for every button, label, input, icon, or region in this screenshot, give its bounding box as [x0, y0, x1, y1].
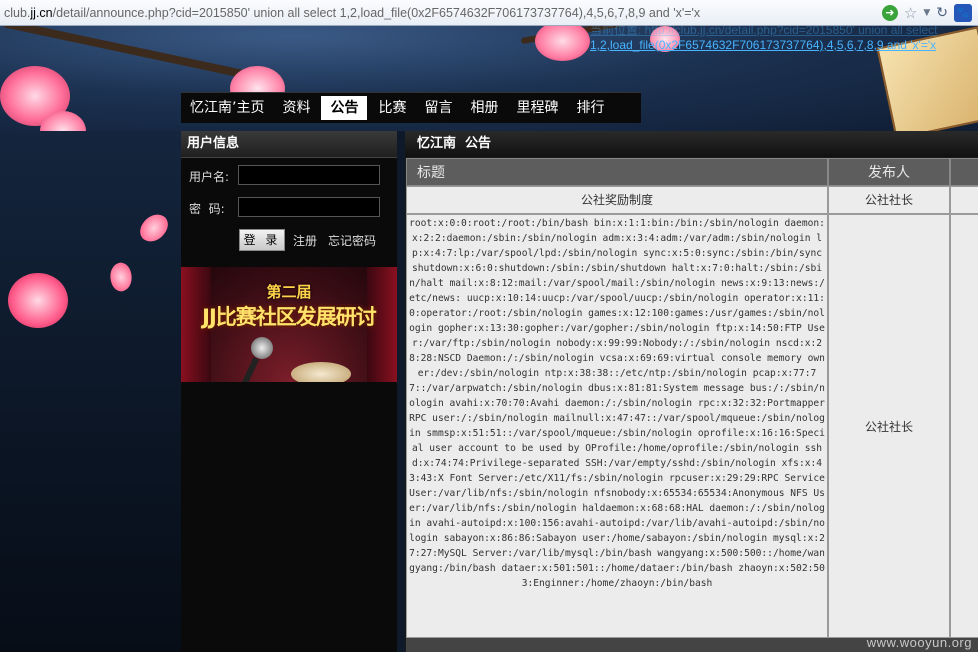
extra-cell [950, 186, 978, 214]
login-button[interactable]: 登 录 [239, 229, 285, 251]
blossom-decoration [8, 273, 68, 328]
announcement-panel: 忆江南 公告 标题 发布人 公社奖励制度 公社社长 root:x:0:0:roo… [405, 131, 978, 652]
password-row: 密 码: [181, 197, 397, 219]
extra-cell [950, 214, 978, 638]
nav-announcements[interactable]: 公告 [321, 96, 368, 120]
password-label: 密 码: [189, 202, 225, 216]
location-line-2[interactable]: 1,2,load_file(0x2F6574632F706173737764),… [590, 38, 970, 53]
forgot-password-link[interactable]: 忘记密码 [328, 232, 376, 249]
promo-title: JJ比赛社区发展研讨 [202, 305, 377, 329]
nav-matches[interactable]: 比赛 [369, 94, 415, 122]
petal-decoration [136, 209, 172, 247]
nav-profile[interactable]: 资料 [273, 94, 319, 122]
user-panel: 用户信息 用户名: 密 码: 登 录 注册 忘记密码 第二届 JJ比赛社区发展研… [181, 131, 397, 652]
reload-icon[interactable]: ↻ [936, 5, 948, 21]
mic-stand-decoration [240, 357, 260, 382]
search-engine-icon[interactable]: 🐾 [954, 4, 972, 22]
dropdown-arrow-icon[interactable]: ▼ [923, 8, 930, 18]
browser-address-bar[interactable]: club.jj.cn/detail/announce.php?cid=20158… [0, 0, 978, 26]
injected-file-content: root:x:0:0:root:/root:/bin/bash bin:x:1:… [406, 214, 828, 638]
register-link[interactable]: 注册 [293, 232, 317, 249]
browser-controls: ➜ ☆ ▼ ↻ 🐾 [881, 3, 972, 23]
bookmark-star-icon[interactable]: ☆ [904, 4, 917, 22]
main-nav: 忆江南’主页 资料 公告 比赛 留言 相册 里程碑 排行 [181, 92, 641, 123]
nav-album[interactable]: 相册 [461, 94, 507, 122]
left-background [0, 131, 181, 652]
publisher-cell: 公社社长 [828, 186, 950, 214]
username-label: 用户名: [189, 170, 230, 184]
column-header-title: 标题 [406, 158, 828, 186]
promo-subtitle: 第二届 [266, 283, 312, 301]
blossom-decoration [535, 26, 590, 61]
promo-banner[interactable]: 第二届 JJ比赛社区发展研讨 [181, 267, 397, 382]
username-row: 用户名: [181, 165, 397, 187]
column-header-publisher: 发布人 [828, 158, 950, 186]
announcement-title-link[interactable]: 公社奖励制度 [406, 186, 828, 214]
username-field[interactable] [238, 165, 380, 185]
nav-home[interactable]: 忆江南’主页 [181, 94, 273, 122]
location-link[interactable]: 当前位置: http://club.jj.cn/detail.php?cid=2… [590, 26, 970, 53]
column-header-extra [950, 158, 978, 186]
nav-ranking[interactable]: 排行 [567, 94, 613, 122]
table-row: 公社奖励制度 公社社长 [406, 186, 978, 214]
go-arrow-icon[interactable]: ➜ [881, 5, 898, 21]
announcement-panel-title: 忆江南 公告 [405, 131, 978, 157]
password-field[interactable] [238, 197, 380, 217]
nav-milestones[interactable]: 里程碑 [507, 94, 567, 122]
microphone-icon [251, 337, 273, 359]
location-line-1[interactable]: 当前位置: http://club.jj.cn/detail.php?cid=2… [590, 26, 970, 38]
user-panel-title: 用户信息 [181, 131, 397, 158]
drum-decoration [291, 362, 351, 382]
nav-messages[interactable]: 留言 [415, 94, 461, 122]
publisher-cell: 公社社长 [828, 214, 950, 638]
petal-decoration [105, 260, 137, 294]
table-row: root:x:0:0:root:/root:/bin/bash bin:x:1:… [406, 214, 978, 638]
watermark: www.wooyun.org [866, 635, 972, 650]
url-field[interactable]: club.jj.cn/detail/announce.php?cid=20158… [4, 4, 700, 22]
